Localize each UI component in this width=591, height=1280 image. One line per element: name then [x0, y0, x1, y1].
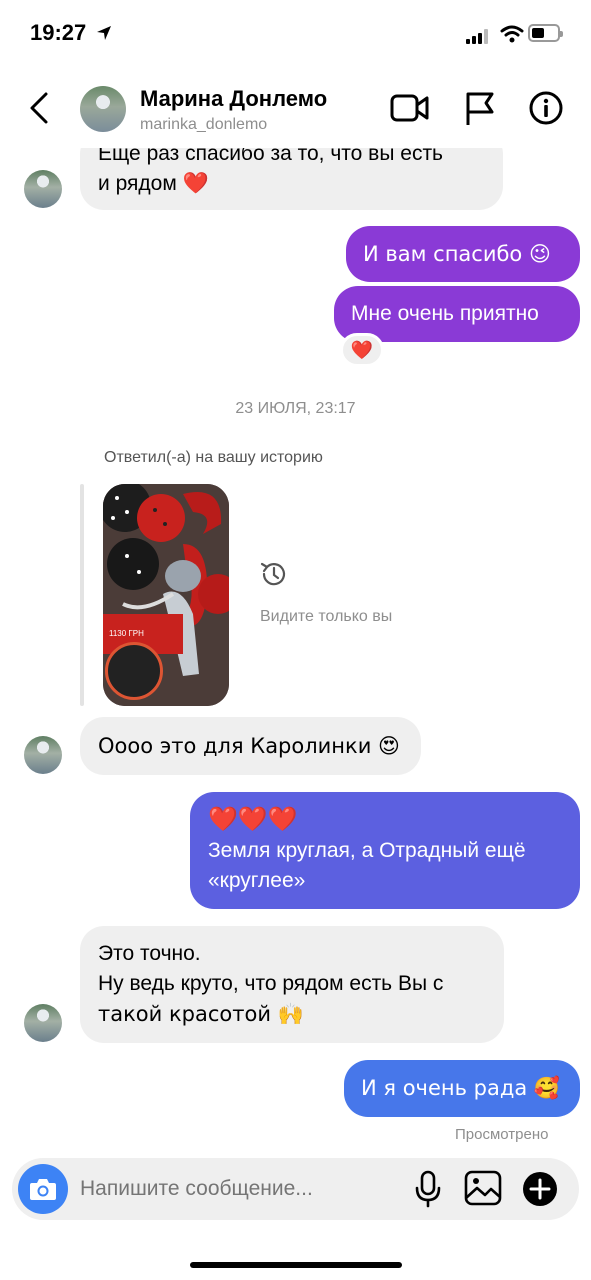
video-camera-icon[interactable]: [390, 93, 430, 123]
wifi-icon: [500, 25, 524, 43]
contact-avatar[interactable]: [24, 1004, 62, 1042]
info-icon[interactable]: [528, 90, 564, 126]
reply-quote-bar: [80, 484, 84, 706]
heart-reaction-icon[interactable]: ❤️: [340, 333, 384, 367]
date-separator: 23 ИЮЛЯ, 23:17: [235, 400, 356, 417]
message-text: И я очень рада 🥰: [361, 1076, 561, 1100]
message-text: Ну ведь круто, что рядом есть Вы с: [98, 972, 444, 995]
message-text: ❤️❤️❤️: [208, 805, 298, 833]
story-price: 1130 ГРН: [109, 629, 144, 638]
image-icon[interactable]: [464, 1170, 502, 1206]
history-icon: [260, 562, 286, 586]
message-text: и рядом ❤️: [98, 172, 209, 195]
story-visibility-note: Видите только вы: [260, 608, 393, 625]
contact-avatar[interactable]: [24, 736, 62, 774]
message-outgoing[interactable]: И вам спасибо 😉: [346, 226, 580, 282]
contact-name[interactable]: Марина Донлемо: [140, 86, 327, 112]
message-text: Земля круглая, а Отрадный ещё: [208, 839, 526, 862]
message-text: Мне очень приятно: [351, 302, 539, 325]
message-text: «круглее»: [208, 869, 306, 892]
message-text: И вам спасибо 😉: [363, 242, 551, 266]
story-thumbnail: [105, 642, 163, 700]
message-text: такой красотой 🙌: [98, 1002, 304, 1026]
status-time: 19:27: [30, 20, 87, 45]
seen-status: Просмотрено: [455, 1126, 549, 1143]
plus-icon[interactable]: [522, 1171, 558, 1207]
camera-button[interactable]: [18, 1164, 68, 1214]
message-outgoing[interactable]: И я очень рада 🥰: [344, 1060, 580, 1117]
contact-username[interactable]: marinka_donlemo: [140, 116, 267, 134]
flag-icon[interactable]: [464, 91, 496, 127]
contact-avatar[interactable]: [24, 170, 62, 208]
message-outgoing[interactable]: ❤️❤️❤️ Земля круглая, а Отрадный ещё «кр…: [190, 792, 580, 909]
home-indicator: [190, 1262, 402, 1268]
battery-icon: [528, 24, 563, 42]
cellular-signal-icon: [466, 29, 488, 44]
story-preview[interactable]: 1130 ГРН: [103, 484, 229, 706]
message-text: Оооо это для Каролинки 😍: [98, 734, 400, 758]
chevron-left-icon[interactable]: [26, 90, 54, 126]
message-incoming[interactable]: Это точно. Ну ведь круто, что рядом есть…: [80, 926, 504, 1043]
camera-icon: [30, 1179, 56, 1200]
location-arrow-icon: [97, 26, 111, 40]
message-input[interactable]: [80, 1166, 400, 1212]
message-text: Это точно.: [98, 942, 201, 965]
message-incoming[interactable]: Оооо это для Каролинки 😍: [80, 717, 421, 775]
header-avatar[interactable]: [80, 86, 126, 132]
microphone-icon[interactable]: [414, 1170, 442, 1208]
story-reply-label: Ответил(-а) на вашу историю: [104, 449, 323, 466]
